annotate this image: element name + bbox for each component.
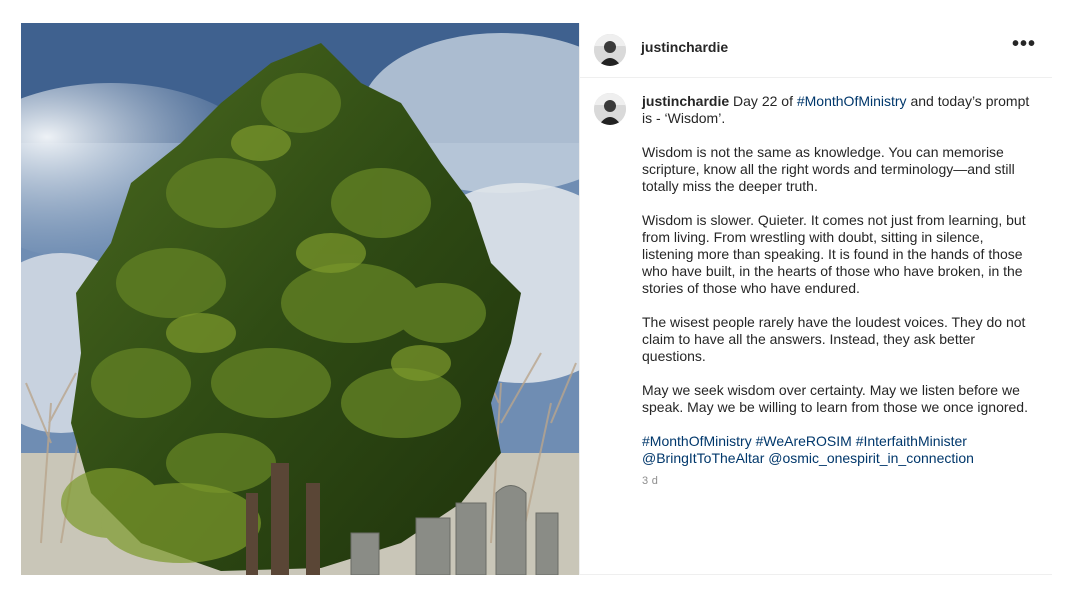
caption-paragraph-1: justinchardie Day 22 of #MonthOfMinistry…: [642, 93, 1036, 127]
header-username[interactable]: justinchardie: [641, 39, 728, 55]
avatar[interactable]: [594, 34, 626, 66]
hashtag-link[interactable]: #WeAreROSIM: [756, 433, 852, 449]
caption-tags: #MonthOfMinistry #WeAreROSIM #Interfaith…: [642, 433, 1036, 467]
post-header: justinchardie •••: [580, 23, 1052, 78]
caption-paragraph-4: The wisest people rarely have the loudes…: [642, 314, 1026, 364]
caption-username[interactable]: justinchardie: [642, 93, 729, 109]
tree-photo-illustration: [21, 23, 579, 575]
divider: [580, 574, 1052, 575]
post-photo[interactable]: [21, 23, 579, 575]
mention-link[interactable]: @BringItToTheAltar: [642, 450, 764, 466]
avatar-icon: [594, 34, 626, 66]
hashtag-link[interactable]: #MonthOfMinistry: [642, 433, 752, 449]
hashtag-link[interactable]: #MonthOfMinistry: [797, 93, 907, 109]
post-caption: justinchardie Day 22 of #MonthOfMinistry…: [642, 93, 1036, 490]
avatar-icon: [594, 93, 626, 125]
caption-paragraph-3: Wisdom is slower. Quieter. It comes not …: [642, 212, 1026, 296]
post-timestamp[interactable]: 3 d: [642, 473, 1036, 490]
caption-paragraph-5: May we seek wisdom over certainty. May w…: [642, 382, 1028, 415]
caption-avatar[interactable]: [594, 93, 626, 125]
caption-text: Day 22 of: [733, 93, 797, 109]
post-detail-panel: justinchardie ••• justinchardie Day 22 o…: [579, 23, 1052, 575]
caption-paragraph-2: Wisdom is not the same as knowledge. You…: [642, 144, 1015, 194]
mention-link[interactable]: @osmic_onespirit_in_connection: [768, 450, 974, 466]
more-options-icon[interactable]: •••: [1012, 33, 1036, 56]
hashtag-link[interactable]: #InterfaithMinister: [856, 433, 967, 449]
